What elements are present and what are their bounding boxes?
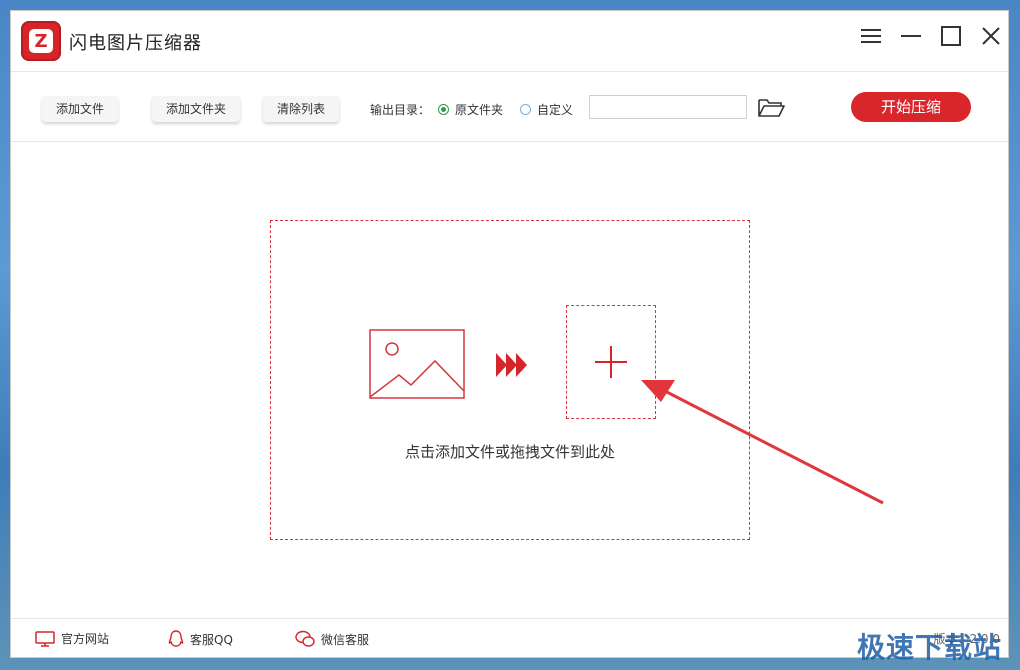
start-compress-button[interactable]: 开始压缩	[851, 92, 971, 122]
menu-icon	[861, 29, 881, 43]
wechat-support-label: 微信客服	[321, 632, 370, 647]
monitor-icon	[35, 630, 55, 647]
wechat-icon	[295, 630, 315, 647]
add-file-button[interactable]: 添加文件	[42, 96, 119, 122]
app-logo: Z	[21, 21, 61, 61]
plus-icon	[595, 346, 627, 378]
triple-arrow-icon	[496, 353, 527, 377]
title-bar: Z 闪电图片压缩器	[11, 11, 1008, 72]
pointer-arrow-icon	[641, 380, 884, 505]
radio-original-label: 原文件夹	[455, 103, 504, 117]
menu-button[interactable]	[856, 21, 886, 51]
radio-custom-label: 自定义	[537, 103, 574, 117]
maximize-icon	[941, 26, 961, 46]
toolbar: 添加文件 添加文件夹 清除列表 输出目录： 原文件夹 自定义 开始压缩	[11, 71, 1008, 142]
clear-list-button[interactable]: 清除列表	[263, 96, 340, 122]
logo-letter: Z	[29, 29, 53, 53]
radio-unchecked-icon	[520, 104, 531, 115]
qq-support-label: 客服QQ	[190, 632, 233, 647]
close-button[interactable]	[976, 21, 1006, 51]
maximize-button[interactable]	[936, 21, 966, 51]
output-dir-label: 输出目录：	[370, 103, 431, 117]
official-site-link[interactable]: 官方网站	[35, 630, 109, 647]
output-path-input[interactable]	[589, 95, 747, 119]
folder-open-icon	[758, 99, 785, 117]
image-icon	[369, 329, 465, 399]
qq-support-link[interactable]: 客服QQ	[168, 630, 233, 648]
radio-original-folder[interactable]: 原文件夹	[438, 101, 503, 118]
minimize-icon	[901, 35, 921, 37]
wechat-support-link[interactable]: 微信客服	[295, 630, 369, 648]
qq-penguin-icon	[168, 630, 184, 647]
app-window: Z 闪电图片压缩器 添加文件 添加文件夹 清除列表 输出目录： 原文件夹 自定义	[10, 10, 1009, 658]
minimize-button[interactable]	[896, 21, 926, 51]
official-site-label: 官方网站	[61, 632, 110, 646]
add-folder-button[interactable]: 添加文件夹	[152, 96, 241, 122]
browse-folder-button[interactable]	[757, 97, 787, 119]
radio-custom-folder[interactable]: 自定义	[520, 101, 573, 118]
close-icon	[982, 27, 1000, 45]
site-watermark: 极速下载站	[856, 631, 1002, 664]
radio-checked-icon	[438, 104, 449, 115]
app-title: 闪电图片压缩器	[69, 33, 202, 54]
